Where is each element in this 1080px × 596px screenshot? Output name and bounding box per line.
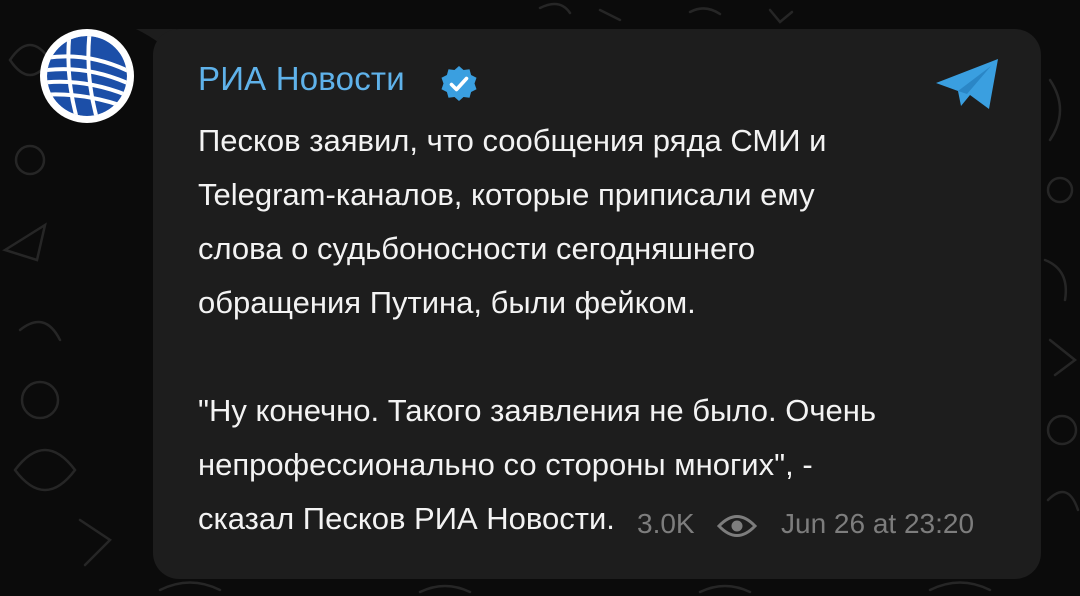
telegram-plane-icon[interactable] <box>934 56 1002 112</box>
message-line: непрофессионально со стороны многих", - <box>198 447 813 482</box>
message-text: Песков заявил, что сообщения ряда СМИ и … <box>198 114 1018 546</box>
message-paragraph-1: Песков заявил, что сообщения ряда СМИ и … <box>198 114 1018 330</box>
message-line: Telegram-каналов, которые приписали ему <box>198 177 815 212</box>
channel-avatar[interactable] <box>40 29 134 123</box>
message-line: слова о судьбоносности сегодняшнего <box>198 231 756 266</box>
message-line: обращения Путина, были фейком. <box>198 285 696 320</box>
message-line: "Ну конечно. Такого заявления не было. О… <box>198 393 876 428</box>
channel-name[interactable]: РИА Новости <box>198 60 405 98</box>
message-line: сказал Песков РИА Новости. <box>198 501 615 536</box>
message-timestamp: Jun 26 at 23:20 <box>781 508 975 539</box>
view-count: 3.0K <box>637 508 695 539</box>
ria-novosti-globe-logo-icon <box>45 34 129 118</box>
message-line: Песков заявил, что сообщения ряда СМИ и <box>198 123 827 158</box>
eye-icon <box>717 515 757 537</box>
verified-badge-icon <box>441 66 477 101</box>
